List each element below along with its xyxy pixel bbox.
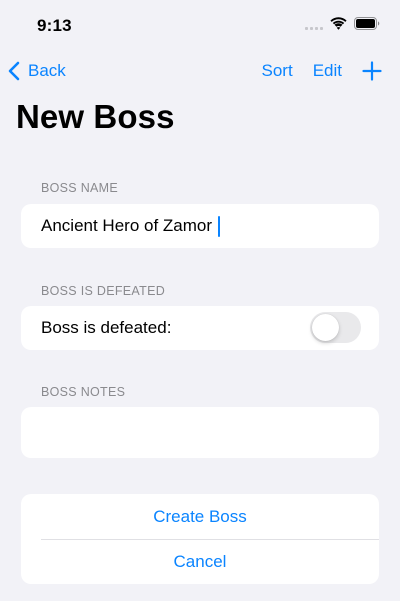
actions-card: Create Boss Cancel [21, 494, 379, 584]
wifi-icon [330, 17, 347, 30]
sort-button[interactable]: Sort [262, 58, 293, 84]
nav-actions: Sort Edit [262, 58, 382, 84]
chevron-left-icon [8, 61, 20, 81]
add-button[interactable] [362, 61, 382, 81]
boss-name-card [21, 204, 379, 248]
create-boss-button[interactable]: Create Boss [21, 495, 379, 539]
boss-notes-section-header: BOSS NOTES [41, 385, 126, 399]
boss-notes-card [21, 407, 379, 458]
text-cursor [218, 216, 220, 237]
cellular-signal-icon [305, 18, 323, 30]
edit-button[interactable]: Edit [313, 58, 342, 84]
cancel-button[interactable]: Cancel [21, 540, 379, 584]
boss-defeated-section-header: BOSS IS DEFEATED [41, 284, 166, 298]
battery-icon [354, 17, 380, 30]
status-icons [305, 17, 380, 30]
status-time: 9:13 [37, 16, 72, 35]
boss-name-section-header: BOSS NAME [41, 181, 119, 195]
navigation-bar: Back Sort Edit [0, 58, 400, 86]
boss-notes-input[interactable] [41, 417, 365, 451]
boss-name-input[interactable] [41, 204, 361, 248]
page-title: New Boss [16, 98, 175, 135]
boss-defeated-card: Boss is defeated: [21, 306, 379, 350]
back-button[interactable]: Back [8, 58, 66, 84]
plus-icon [362, 61, 382, 81]
back-button-label: Back [28, 61, 66, 80]
boss-defeated-label: Boss is defeated: [41, 318, 172, 337]
status-bar: 9:13 [0, 0, 400, 50]
toggle-knob [312, 314, 339, 341]
boss-defeated-toggle[interactable] [310, 312, 361, 343]
